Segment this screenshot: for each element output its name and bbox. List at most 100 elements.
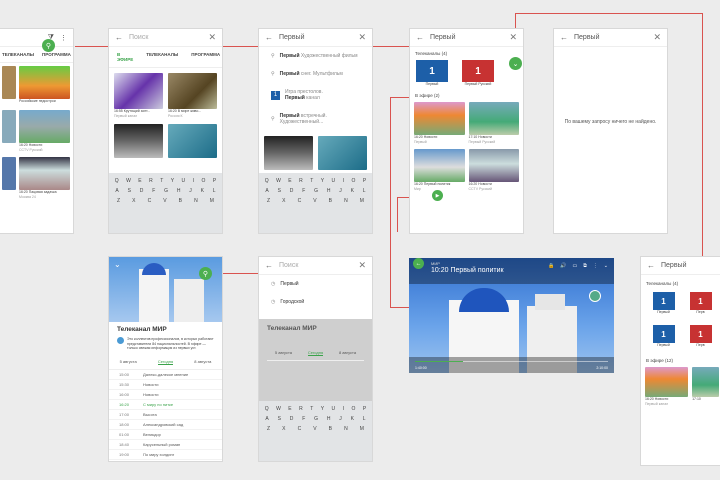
cast-icon[interactable]: ▭ bbox=[572, 263, 577, 269]
channel-card[interactable]: 1 Перв bbox=[686, 292, 715, 315]
key[interactable]: E bbox=[138, 178, 141, 184]
progress-bar[interactable] bbox=[415, 361, 608, 362]
key[interactable]: L bbox=[213, 188, 216, 194]
suggestion-item[interactable]: ⚲ Первый снег. Мультфильм bbox=[259, 65, 372, 83]
key[interactable]: A bbox=[115, 188, 118, 194]
suggestion-item[interactable]: 1 Игра престолов. Первый канал bbox=[259, 83, 372, 107]
schedule-row[interactable]: 17:00 Высота bbox=[109, 410, 222, 420]
grid-item[interactable]: 16:20 Новости CCTV Русский bbox=[468, 149, 519, 192]
channel-card[interactable]: 1 Перв bbox=[686, 325, 715, 348]
chevron-down-icon[interactable]: ⌄ bbox=[114, 260, 121, 269]
grid-item[interactable] bbox=[168, 124, 217, 158]
search-button[interactable]: ⚲ bbox=[42, 39, 55, 52]
schedule-row[interactable]: 18:40 Карусельный роман bbox=[109, 440, 222, 450]
tab-program[interactable]: ПРОГРАММА bbox=[42, 52, 71, 57]
more-icon[interactable]: ⋮ bbox=[593, 263, 598, 269]
key[interactable]: J bbox=[189, 188, 192, 194]
key[interactable]: Q bbox=[115, 178, 119, 184]
grid-item[interactable] bbox=[114, 124, 163, 158]
key[interactable]: N bbox=[194, 198, 198, 204]
grid-item[interactable]: 16:20 В мире живо... Россия К bbox=[168, 73, 217, 119]
schedule-row[interactable]: 18:00 Александровский сад bbox=[109, 420, 222, 430]
search-input[interactable]: Первый bbox=[574, 34, 647, 41]
grid-item[interactable]: 16:55 Крутящий зонт... Первый канал bbox=[114, 73, 163, 119]
lock-icon[interactable]: 🔒 bbox=[548, 263, 554, 269]
volume-icon[interactable]: 🔊 bbox=[560, 263, 566, 269]
close-icon[interactable]: ✕ bbox=[509, 32, 517, 43]
key[interactable]: C bbox=[148, 198, 152, 204]
chevron-down-icon[interactable]: ⌄ bbox=[509, 57, 522, 70]
close-icon[interactable]: ✕ bbox=[208, 32, 216, 43]
back-arrow-icon[interactable]: ← bbox=[265, 33, 273, 42]
tab-on-air[interactable]: В ЭФИРЕ bbox=[117, 52, 133, 62]
tab-channels[interactable]: ТЕЛЕКАНАЛЫ bbox=[146, 52, 178, 62]
channel-card[interactable]: 1 Первый bbox=[416, 60, 448, 87]
back-arrow-icon[interactable]: ← bbox=[647, 261, 655, 270]
schedule-row[interactable]: 19:00 По миру холдинг bbox=[109, 450, 222, 460]
list-item[interactable]: 16:20 Пацовая задачка Москва 24 bbox=[2, 157, 70, 200]
search-input[interactable]: Первый bbox=[430, 34, 503, 41]
schedule-row[interactable]: 15:30 Новости bbox=[109, 380, 222, 390]
schedule-row-current[interactable]: 16:20 С миру по нитке bbox=[109, 400, 222, 410]
grid-item[interactable]: 16:20 Первый политик Мир bbox=[414, 149, 465, 192]
play-button[interactable]: ▶ bbox=[432, 190, 443, 201]
search-input[interactable]: Поиск bbox=[129, 34, 202, 41]
key[interactable]: W bbox=[126, 178, 131, 184]
grid-item[interactable]: 17:10 Новости Первый Русский bbox=[468, 102, 519, 145]
key[interactable]: D bbox=[140, 188, 144, 194]
close-icon[interactable]: ✕ bbox=[358, 32, 366, 43]
pip-icon[interactable]: ⧉ bbox=[583, 263, 587, 269]
search-input[interactable]: Первый bbox=[661, 262, 717, 269]
back-arrow-icon[interactable]: ← bbox=[265, 261, 273, 270]
grid-item[interactable]: 17:10 bbox=[692, 367, 719, 407]
key[interactable]: Z bbox=[117, 198, 120, 204]
key[interactable]: K bbox=[201, 188, 204, 194]
more-icon[interactable]: ⋮ bbox=[60, 34, 67, 42]
search-input[interactable]: Поиск bbox=[279, 262, 352, 269]
key[interactable]: V bbox=[163, 198, 166, 204]
grid-item[interactable]: 16:20 Новости Первый канал bbox=[645, 367, 689, 407]
list-item[interactable]: 16:20 Новости CCTV Русский bbox=[2, 110, 70, 153]
key[interactable]: O bbox=[202, 178, 206, 184]
tab-day[interactable]: 8 августа bbox=[194, 359, 211, 365]
video-player[interactable]: ⌄ МИР 10:20 Первый политик 🔒 🔊 ▭ ⧉ ⋮ ⌄ 1… bbox=[409, 258, 614, 373]
suggestion-item[interactable]: ◷ Городской bbox=[259, 293, 372, 311]
channel-card[interactable]: 1 Первый bbox=[649, 292, 678, 315]
collapse-button[interactable]: ← bbox=[413, 258, 424, 269]
suggestion-item[interactable]: ⚲ Первый Художественный фильм bbox=[259, 47, 372, 65]
schedule-row[interactable]: 16:00 Новости bbox=[109, 390, 222, 400]
tab-day[interactable]: 5 августа bbox=[120, 359, 137, 365]
key[interactable]: I bbox=[193, 178, 194, 184]
key[interactable]: G bbox=[164, 188, 168, 194]
suggestion-item[interactable]: ◷ Первый bbox=[259, 275, 372, 293]
close-icon[interactable]: ✕ bbox=[653, 32, 661, 43]
channel-card[interactable]: 1 Первый bbox=[649, 325, 678, 348]
key[interactable]: S bbox=[128, 188, 131, 194]
channel-card[interactable]: 1 Первый Русский bbox=[462, 60, 494, 87]
key[interactable]: B bbox=[179, 198, 182, 204]
search-input[interactable]: Первый bbox=[279, 34, 352, 41]
close-icon[interactable]: ✕ bbox=[358, 260, 366, 271]
tab-day-today[interactable]: Сегодня bbox=[157, 359, 174, 365]
list-item[interactable]: Российские недострои bbox=[2, 66, 70, 104]
tab-program[interactable]: ПРОГРАММА bbox=[191, 52, 220, 62]
key[interactable]: T bbox=[160, 178, 163, 184]
grid-item[interactable]: 16:20 Новости Первый bbox=[414, 102, 465, 145]
back-arrow-icon[interactable]: ← bbox=[416, 33, 424, 42]
key[interactable]: Y bbox=[171, 178, 174, 184]
schedule-row[interactable]: 15:00 Далеко-далекое мнение bbox=[109, 370, 222, 380]
key[interactable]: H bbox=[177, 188, 181, 194]
tab-channels[interactable]: ТЕЛЕКАНАЛЫ bbox=[2, 52, 34, 57]
key[interactable]: F bbox=[152, 188, 155, 194]
key[interactable]: X bbox=[132, 198, 135, 204]
back-arrow-icon[interactable]: ← bbox=[115, 33, 123, 42]
chevron-down-icon[interactable]: ⌄ bbox=[604, 263, 608, 269]
suggestion-item[interactable]: ⚲ Первый встречный. Художественный... bbox=[259, 107, 372, 131]
search-button[interactable]: ⚲ bbox=[199, 267, 212, 280]
key[interactable]: R bbox=[149, 178, 153, 184]
schedule-row[interactable]: 01:00 Великдор bbox=[109, 430, 222, 440]
key[interactable]: M bbox=[210, 198, 214, 204]
key[interactable]: P bbox=[213, 178, 216, 184]
key[interactable]: U bbox=[182, 178, 186, 184]
back-arrow-icon[interactable]: ← bbox=[560, 33, 568, 42]
